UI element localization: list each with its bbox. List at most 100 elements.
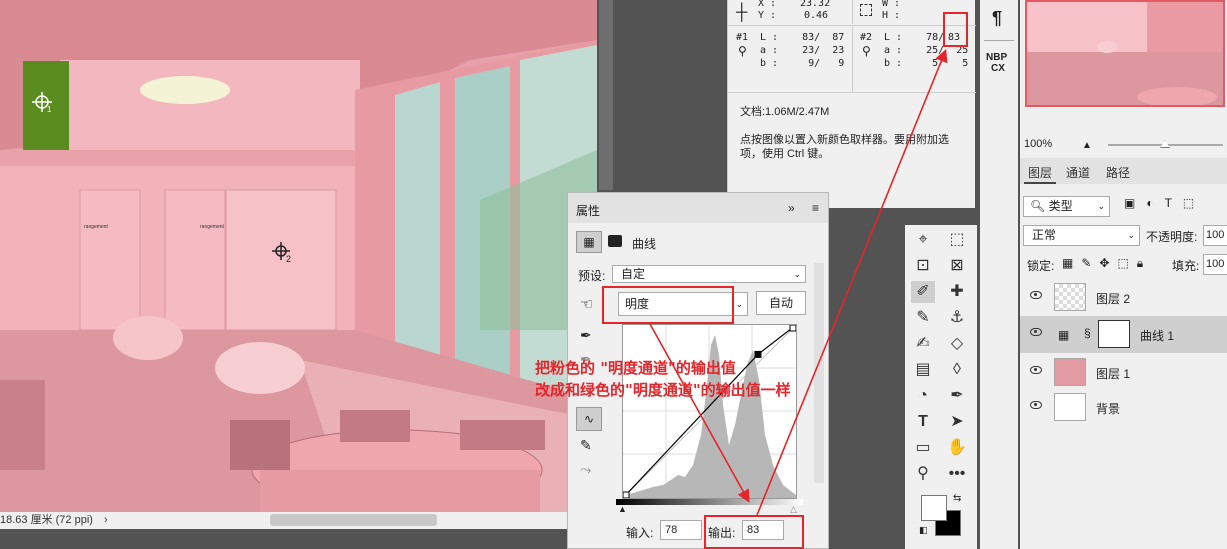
selection-size-icon xyxy=(860,4,872,16)
curve-edit-points-icon[interactable]: ∿ xyxy=(576,407,602,431)
type-tool-icon[interactable]: T xyxy=(911,411,935,433)
tab-layers[interactable]: 图层 xyxy=(1024,164,1056,181)
curve-control-point[interactable] xyxy=(789,324,797,332)
horizontal-scrollbar[interactable] xyxy=(270,514,437,526)
fill-input[interactable]: 100 xyxy=(1203,254,1227,275)
gradient-icon[interactable]: ▤ xyxy=(911,359,935,381)
room-photo xyxy=(0,0,597,512)
sampler-1-a: a : 23/ 23 xyxy=(760,45,845,56)
menu-icon[interactable]: ≡ xyxy=(812,201,819,215)
direct-select-icon[interactable]: ⌖ xyxy=(911,229,935,251)
chevron-down-icon: ⌄ xyxy=(793,269,801,279)
layer-thumbnail xyxy=(1054,283,1086,311)
black-point-slider[interactable]: ▲ xyxy=(618,504,627,514)
opacity-input[interactable]: 100 xyxy=(1203,225,1227,246)
search-icon: 🔍︎ xyxy=(1030,199,1046,213)
annotation-text: 把粉色的 "明度通道"的输出值 改成和绿色的"明度通道"的输出值一样 xyxy=(535,357,791,401)
tab-paths[interactable]: 路径 xyxy=(1102,164,1134,181)
color-sampler-1[interactable]: 1 xyxy=(23,61,69,150)
properties-tab[interactable]: 属性 xyxy=(576,202,600,219)
curves-graph[interactable] xyxy=(622,324,797,499)
color-sampler-2[interactable]: 2 xyxy=(268,238,298,268)
curve-control-point[interactable] xyxy=(622,491,630,499)
path-select-icon[interactable]: ➤ xyxy=(945,411,969,433)
paragraph-icon[interactable]: ¶ xyxy=(992,8,1002,29)
blend-mode-value: 正常 xyxy=(1032,228,1057,242)
chevron-down-icon: ⌄ xyxy=(735,299,743,309)
hand-icon[interactable]: ✋ xyxy=(945,437,969,459)
link-icon: § xyxy=(1084,326,1091,340)
history-brush-icon[interactable]: ✍ xyxy=(911,333,935,355)
document-size-status: 18.63 厘米 (72 ppi) xyxy=(0,514,93,526)
slice-select-icon[interactable]: ⬚ xyxy=(945,229,969,251)
sample-black-eyedropper-icon[interactable]: ✒ xyxy=(580,327,592,344)
chevron-down-icon: ⌄ xyxy=(1097,201,1105,211)
sampler-1-l: L : 83/ 87 xyxy=(760,32,845,43)
pen-icon[interactable]: ✒ xyxy=(945,385,969,407)
layer-row-layer2[interactable]: 图层 2 xyxy=(1020,279,1227,316)
zoom-level[interactable]: 100% xyxy=(1024,138,1052,150)
info-panel: ┼ X : 23.32 Y : 0.46 W : H : #1 ⚲ L : 83… xyxy=(727,0,976,220)
chevron-down-icon: ⌄ xyxy=(1127,230,1135,240)
visibility-eye-icon[interactable] xyxy=(1030,366,1042,374)
opacity-label: 不透明度: xyxy=(1146,230,1198,244)
eyedropper-icon: ⚲ xyxy=(862,44,871,58)
tab-channels[interactable]: 通道 xyxy=(1062,164,1094,181)
collapse-icon[interactable]: » xyxy=(788,201,795,215)
w-label: W : xyxy=(882,0,901,9)
mask-icon[interactable] xyxy=(608,235,622,247)
frame-icon[interactable]: ⊠ xyxy=(945,255,969,277)
navigator-thumbnail[interactable] xyxy=(1025,0,1225,107)
vertical-scrollbar[interactable] xyxy=(599,0,613,190)
brush-icon[interactable]: ✎ xyxy=(911,307,935,329)
default-colors-icon[interactable]: ◧ xyxy=(919,525,928,536)
eraser-icon[interactable]: ◇ xyxy=(945,333,969,355)
healing-brush-icon[interactable]: ✚ xyxy=(945,281,969,303)
layer-row-curves[interactable]: ▦ § 曲线 1 xyxy=(1020,316,1227,353)
layer-row-background[interactable]: 背景 xyxy=(1020,389,1227,426)
document-size: 文档:1.06M/2.47M xyxy=(740,106,830,118)
curves-adjustment-icon[interactable]: ▦ xyxy=(576,231,602,253)
nbp-icon-line1[interactable]: NBP xyxy=(986,52,1007,63)
eyedropper-icon: ⚲ xyxy=(738,44,747,58)
layer-filter-select[interactable]: 🔍︎ 类型 ⌄ xyxy=(1023,196,1110,217)
status-menu-arrow[interactable]: › xyxy=(104,514,108,526)
navigator-preview xyxy=(1027,2,1223,107)
zoom-out-icon[interactable]: ▲ xyxy=(1082,140,1092,151)
dodge-icon[interactable]: ◔ xyxy=(911,385,935,407)
h-label: H : xyxy=(882,10,901,21)
target-adjust-hand-icon[interactable]: ☜ xyxy=(580,295,593,313)
pencil-draw-icon[interactable]: ✎ xyxy=(580,437,592,454)
swap-colors-icon[interactable]: ⇆ xyxy=(953,493,961,504)
visibility-eye-icon[interactable] xyxy=(1030,328,1042,336)
document-canvas[interactable]: rangement rangement 1 2 xyxy=(0,0,597,512)
nbp-icon-line2[interactable]: CX xyxy=(991,63,1005,74)
color-sampler-tool-icon[interactable]: ✐ xyxy=(911,281,935,303)
white-point-slider[interactable]: △ xyxy=(790,504,797,515)
auto-button[interactable]: 自动 xyxy=(756,291,806,315)
preset-value: 自定 xyxy=(621,267,646,281)
blend-mode-select[interactable]: 正常 ⌄ xyxy=(1023,225,1140,246)
sampler-1-id: #1 xyxy=(736,32,749,43)
crop-icon[interactable]: ⊡ xyxy=(911,255,935,277)
door-label-2: rangement xyxy=(200,224,224,230)
zoom-icon[interactable]: ⚲ xyxy=(911,463,935,485)
visibility-eye-icon[interactable] xyxy=(1030,401,1042,409)
more-tools-icon[interactable]: ••• xyxy=(945,463,969,485)
blur-icon[interactable]: ◊ xyxy=(945,359,969,381)
layer-filter-icons[interactable]: ▣◐T⬚ xyxy=(1124,196,1205,210)
properties-scrollbar[interactable] xyxy=(814,263,824,483)
layer-thumbnail xyxy=(1054,358,1086,386)
preset-select[interactable]: 自定 ⌄ xyxy=(612,265,806,283)
lock-icons[interactable]: ▦✎✥⬚🔒︎ xyxy=(1062,256,1151,271)
visibility-eye-icon[interactable] xyxy=(1030,291,1042,299)
foreground-color-swatch[interactable] xyxy=(921,495,947,521)
clone-stamp-icon[interactable]: ⚓ xyxy=(945,307,969,329)
rectangle-icon[interactable]: ▭ xyxy=(911,437,935,459)
input-value-field[interactable]: 78 xyxy=(660,520,702,540)
smooth-curve-icon[interactable]: ⤳ xyxy=(580,461,591,478)
layer-thumbnail xyxy=(1054,393,1086,421)
layer-row-layer1[interactable]: 图层 1 xyxy=(1020,354,1227,391)
tools-panel: ⌖ ⬚ ⊡ ⊠ ✐ ✚ ✎ ⚓ ✍ ◇ ▤ ◊ ◔ ✒ T ➤ ▭ ✋ ⚲ ••… xyxy=(905,225,977,549)
curves-adjustment-icon: ▦ xyxy=(1058,328,1070,342)
